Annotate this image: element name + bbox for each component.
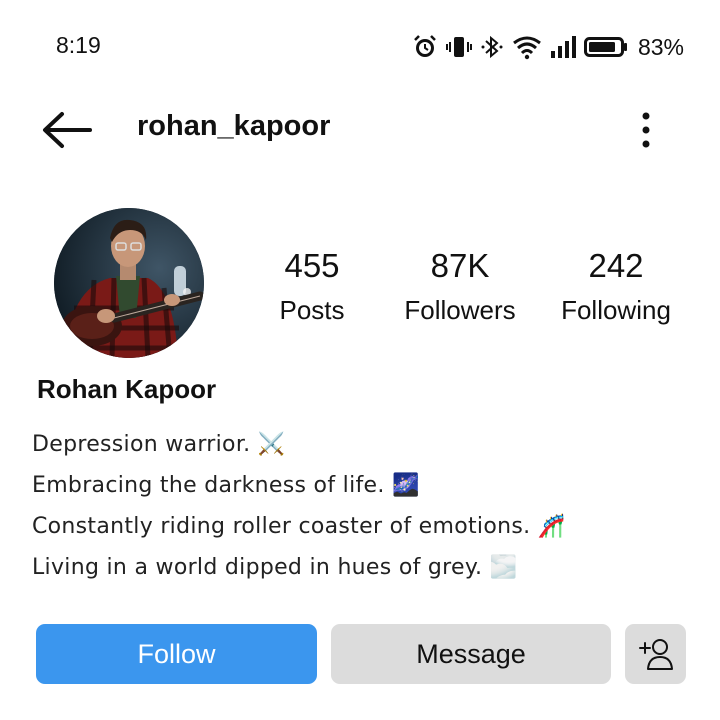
display-name: Rohan Kapoor xyxy=(37,374,217,404)
following-label: Following xyxy=(561,295,671,325)
bio: Depression warrior. ⚔️ Embracing the dar… xyxy=(32,424,565,588)
battery-percent: 83% xyxy=(637,33,684,60)
back-arrow-icon xyxy=(43,112,92,148)
followers-count: 87K xyxy=(430,247,490,284)
bio-line: Embracing the darkness of life. 🌌 xyxy=(32,473,420,498)
alarm-icon xyxy=(412,34,438,60)
posts-label: Posts xyxy=(279,295,345,325)
status-icons: 83% xyxy=(412,30,684,64)
stat-posts[interactable]: 455 Posts xyxy=(252,246,372,330)
stat-following[interactable]: 242 Following xyxy=(546,246,686,330)
follow-button[interactable]: Follow xyxy=(36,624,317,684)
signal-icon xyxy=(550,34,576,60)
battery-icon xyxy=(583,34,628,60)
status-bar: 8:19 83% xyxy=(0,0,720,90)
username: rohan_kapoor xyxy=(137,110,331,142)
more-options-button[interactable] xyxy=(630,108,662,152)
posts-count: 455 xyxy=(284,247,340,284)
profile-header: rohan_kapoor xyxy=(0,100,720,156)
stat-followers[interactable]: 87K Followers xyxy=(388,246,532,330)
wifi-icon xyxy=(512,34,542,60)
profile-stats: 455 Posts 87K Followers 242 Following xyxy=(0,246,720,336)
bio-line: Living in a world dipped in hues of grey… xyxy=(32,555,518,580)
add-user-button[interactable] xyxy=(625,624,686,684)
back-button[interactable] xyxy=(38,108,98,152)
bluetooth-icon xyxy=(480,34,504,60)
status-time: 8:19 xyxy=(56,32,101,58)
bio-line: Constantly riding roller coaster of emot… xyxy=(32,514,566,539)
more-vertical-icon xyxy=(642,112,650,148)
bio-line: Depression warrior. ⚔️ xyxy=(32,432,286,457)
following-count: 242 xyxy=(588,247,644,284)
add-user-icon xyxy=(638,639,673,670)
message-button[interactable]: Message xyxy=(331,624,611,684)
followers-label: Followers xyxy=(404,295,516,325)
vibrate-icon xyxy=(445,34,472,60)
